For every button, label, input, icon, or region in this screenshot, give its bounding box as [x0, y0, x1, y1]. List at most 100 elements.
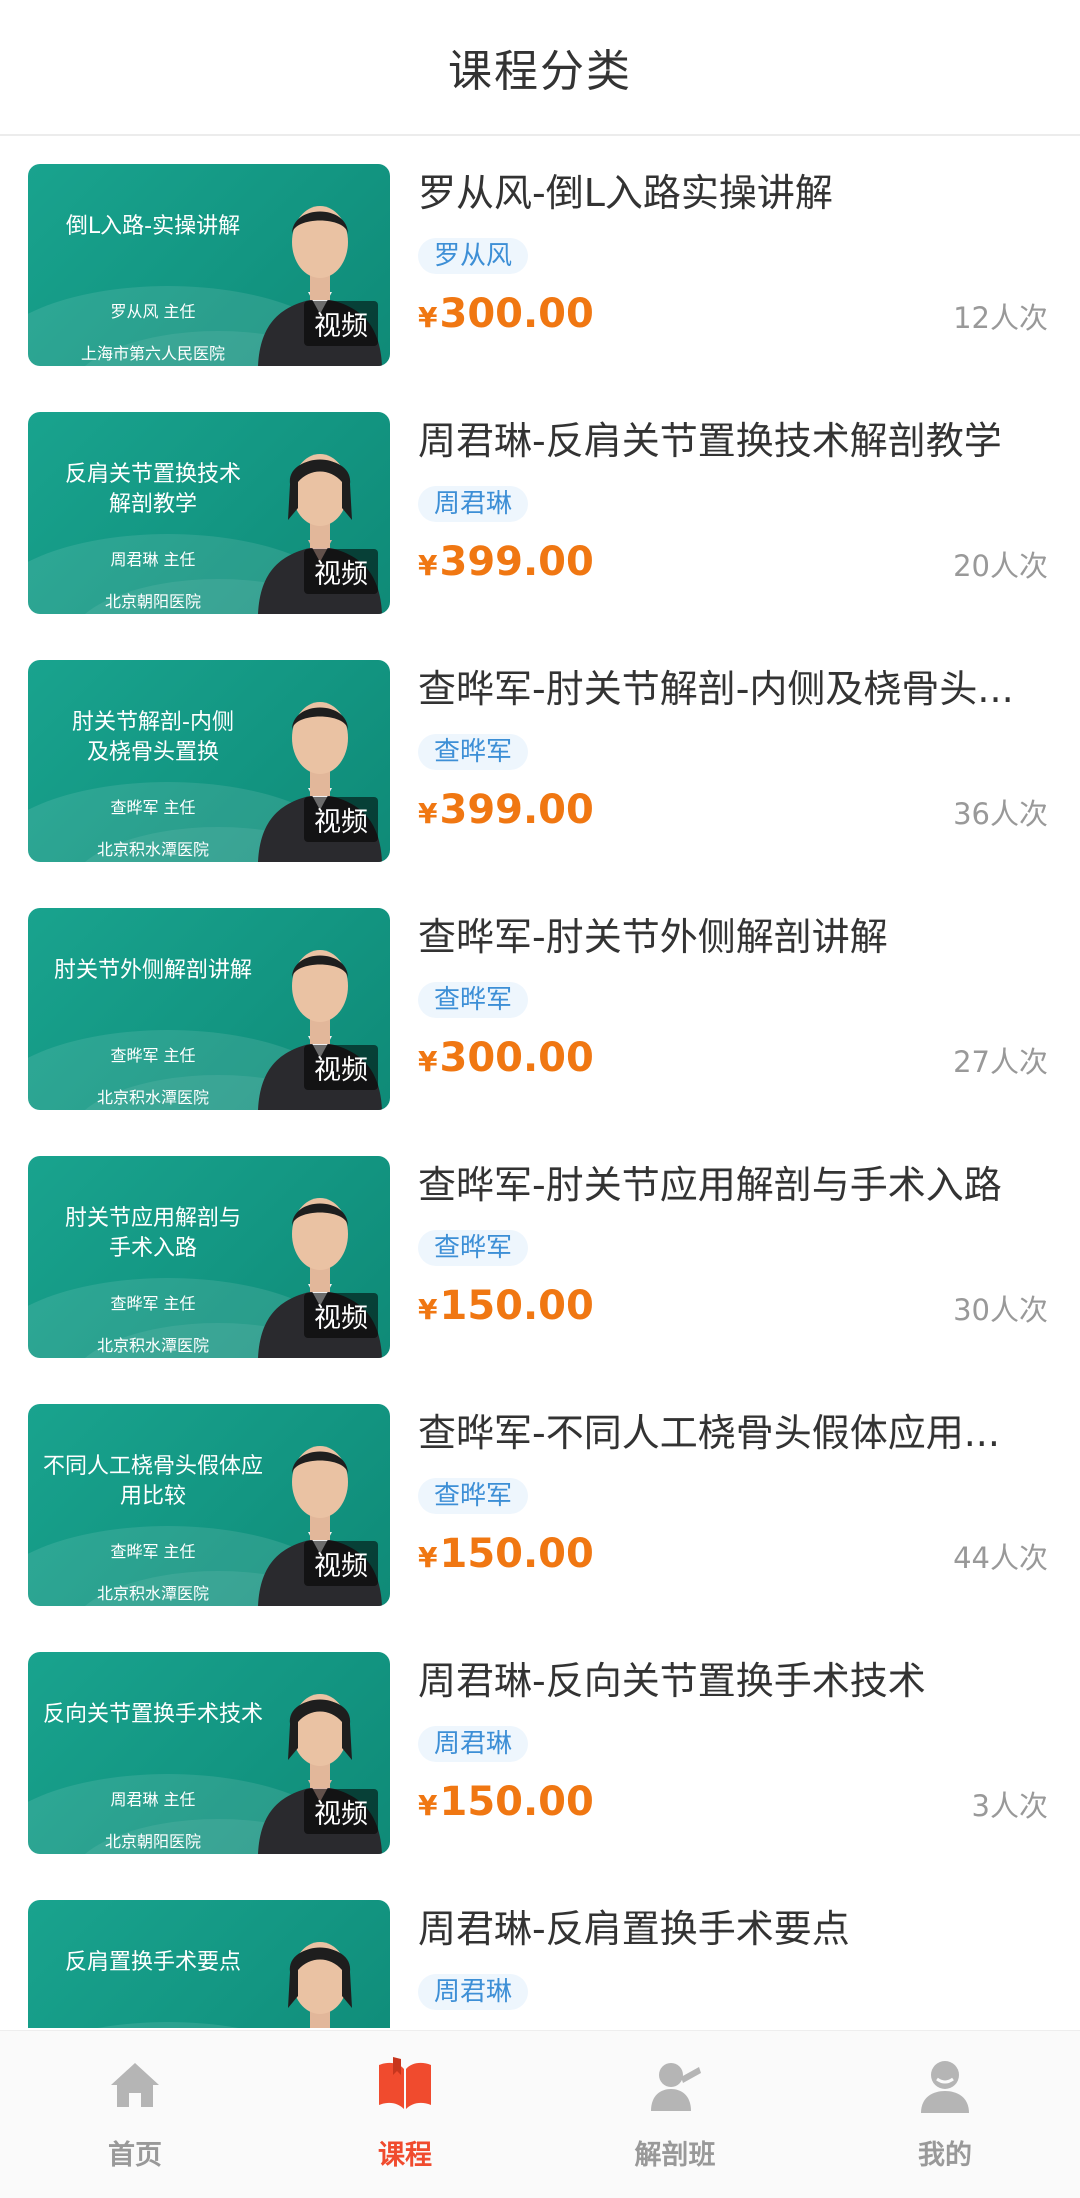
lecturer-tag[interactable]: 查晔军 [418, 982, 529, 1018]
tab-user[interactable]: 我的 [810, 2031, 1080, 2198]
course-title[interactable]: 查晔军-肘关节解剖-内侧及桡骨头... [418, 664, 1038, 714]
course-item[interactable]: 倒L入路-实操讲解 罗从风 主任 上海市第六人民医院 视频 罗从风-倒L入路实操… [0, 138, 1080, 386]
header-bar: 课程分类 [0, 0, 1080, 136]
thumbnail-doctor: 查晔军 主任 北京积水潭医院 [38, 1520, 268, 1606]
price-value: 399.00 [439, 539, 594, 585]
video-badge: 视频 [304, 1789, 378, 1834]
lecturer-tag[interactable]: 查晔军 [418, 734, 529, 770]
tab-label: 课程 [378, 2140, 432, 2171]
user-icon [913, 2053, 977, 2121]
video-badge: 视频 [304, 301, 378, 346]
currency-symbol: ¥ [418, 1293, 438, 1326]
tab-home[interactable]: 首页 [0, 2031, 270, 2198]
price-value: 300.00 [439, 1035, 594, 1081]
lecturer-tag[interactable]: 周君琳 [418, 1726, 529, 1762]
lecturer-tag[interactable]: 周君琳 [418, 486, 529, 522]
course-price: ¥399.00 [418, 534, 594, 594]
course-item[interactable]: 肘关节解剖-内侧 及桡骨头置换 查晔军 主任 北京积水潭医院 视频 查晔军-肘关… [0, 634, 1080, 882]
currency-symbol: ¥ [418, 797, 438, 830]
book-icon [373, 2053, 437, 2121]
lecturer-tag[interactable]: 查晔军 [418, 1478, 529, 1514]
price-value: 150.00 [439, 1779, 594, 1825]
course-item[interactable]: 反肩关节置换技术 解剖教学 周君琳 主任 北京朝阳医院 视频 周君琳-反肩关节置… [0, 386, 1080, 634]
currency-symbol: ¥ [418, 1045, 438, 1078]
thumbnail-title: 不同人工桡骨头假体应 用比较 [42, 1454, 263, 1509]
course-title[interactable]: 周君琳-反肩关节置换技术解剖教学 [418, 416, 1038, 466]
thumbnail-title: 肘关节应用解剖与 手术入路 [64, 1206, 241, 1261]
thumbnail-doctor: 查晔军 主任 北京积水潭医院 [38, 1272, 268, 1358]
bottom-tab-bar: 首页 课程 解剖班 我的 [0, 2030, 1080, 2198]
course-item[interactable]: 肘关节应用解剖与 手术入路 查晔军 主任 北京积水潭医院 视频 查晔军-肘关节应… [0, 1130, 1080, 1378]
course-thumbnail[interactable]: 反肩关节置换技术 解剖教学 周君琳 主任 北京朝阳医院 视频 [28, 412, 390, 614]
price-value: 399.00 [439, 787, 594, 833]
price-value: 150.00 [439, 1283, 594, 1329]
view-count: 12人次 [953, 301, 1048, 335]
course-thumbnail[interactable]: 肘关节外侧解剖讲解 查晔军 主任 北京积水潭医院 视频 [28, 908, 390, 1110]
thumbnail-title: 反肩关节置换技术 解剖教学 [64, 462, 241, 517]
course-title[interactable]: 周君琳-反向关节置换手术技术 [418, 1656, 1038, 1706]
thumbnail-title: 肘关节解剖-内侧 及桡骨头置换 [72, 710, 234, 765]
course-thumbnail[interactable]: 反向关节置换手术技术 周君琳 主任 北京朝阳医院 视频 [28, 1652, 390, 1854]
thumbnail-doctor-name: 周君琳 主任 [110, 550, 196, 569]
thumbnail-doctor: 周君琳 主任 北京朝阳医院 [38, 1768, 268, 1854]
course-item[interactable]: 不同人工桡骨头假体应 用比较 查晔军 主任 北京积水潭医院 视频 查晔军-不同人… [0, 1378, 1080, 1626]
course-thumbnail[interactable]: 不同人工桡骨头假体应 用比较 查晔军 主任 北京积水潭医院 视频 [28, 1404, 390, 1606]
course-title[interactable]: 查晔军-肘关节应用解剖与手术入路 [418, 1160, 1038, 1210]
video-badge: 视频 [304, 1541, 378, 1586]
course-item[interactable]: 反向关节置换手术技术 周君琳 主任 北京朝阳医院 视频 周君琳-反向关节置换手术… [0, 1626, 1080, 1874]
thumbnail-doctor-name: 查晔军 主任 [110, 798, 196, 817]
thumbnail-doctor-hospital: 北京积水潭医院 [96, 1584, 209, 1603]
course-price: ¥150.00 [418, 1278, 594, 1338]
video-badge: 视频 [304, 1293, 378, 1338]
course-title[interactable]: 查晔军-肘关节外侧解剖讲解 [418, 912, 1038, 962]
view-count: 20人次 [953, 549, 1048, 583]
course-thumbnail[interactable]: 肘关节应用解剖与 手术入路 查晔军 主任 北京积水潭医院 视频 [28, 1156, 390, 1358]
currency-symbol: ¥ [418, 1541, 438, 1574]
anatomy-class-icon [643, 2053, 707, 2121]
thumbnail-doctor-hospital: 北京积水潭医院 [96, 1336, 209, 1355]
lecturer-tag[interactable]: 罗从风 [418, 238, 529, 274]
thumbnail-doctor-name: 查晔军 主任 [110, 1046, 196, 1065]
video-badge: 视频 [304, 549, 378, 594]
app-root: 课程分类 倒L入路-实操讲解 罗从风 主任 上海市第六人民医院 视频 罗从风-倒… [0, 0, 1080, 2198]
thumbnail-doctor: 查晔军 主任 北京积水潭医院 [38, 776, 268, 862]
course-thumbnail[interactable]: 反肩置换手术要点 周君琳 主任 [28, 1900, 390, 2028]
course-title[interactable]: 罗从风-倒L入路实操讲解 [418, 168, 1038, 218]
course-price: ¥399.00 [418, 782, 594, 842]
course-price: ¥150.00 [418, 1774, 594, 1834]
course-list[interactable]: 倒L入路-实操讲解 罗从风 主任 上海市第六人民医院 视频 罗从风-倒L入路实操… [0, 138, 1080, 2028]
lecturer-photo [288, 1942, 352, 2028]
thumbnail-doctor: 罗从风 主任 上海市第六人民医院 [38, 280, 268, 366]
tab-label: 我的 [918, 2140, 972, 2171]
course-title[interactable]: 查晔军-不同人工桡骨头假体应用... [418, 1408, 1038, 1458]
thumbnail-doctor-hospital: 北京朝阳医院 [104, 1832, 201, 1851]
thumbnail-title: 肘关节外侧解剖讲解 [53, 958, 252, 983]
currency-symbol: ¥ [418, 1789, 438, 1822]
video-badge: 视频 [304, 1045, 378, 1090]
page-title: 课程分类 [448, 46, 632, 97]
thumbnail-title: 倒L入路-实操讲解 [65, 214, 241, 239]
course-title[interactable]: 周君琳-反肩置换手术要点 [418, 1904, 1038, 1954]
thumbnail-doctor-name: 查晔军 主任 [110, 1542, 196, 1561]
course-item[interactable]: 反肩置换手术要点 周君琳 主任 周君琳-反肩置换手术要点 周君琳 [0, 1874, 1080, 2028]
tab-anatomy-class[interactable]: 解剖班 [540, 2031, 810, 2198]
thumbnail-doctor-name: 罗从风 主任 [110, 302, 196, 321]
thumbnail-doctor-hospital: 北京朝阳医院 [104, 592, 201, 611]
lecturer-tag[interactable]: 周君琳 [418, 1974, 529, 2010]
course-thumbnail[interactable]: 肘关节解剖-内侧 及桡骨头置换 查晔军 主任 北京积水潭医院 视频 [28, 660, 390, 862]
price-value: 300.00 [439, 291, 594, 337]
price-value: 150.00 [439, 1531, 594, 1577]
thumbnail-doctor-hospital: 上海市第六人民医院 [80, 344, 225, 363]
tab-label: 首页 [108, 2140, 162, 2171]
view-count: 27人次 [953, 1045, 1048, 1079]
thumbnail-title: 反向关节置换手术技术 [42, 1702, 263, 1727]
tab-book[interactable]: 课程 [270, 2031, 540, 2198]
lecturer-tag[interactable]: 查晔军 [418, 1230, 529, 1266]
tab-label: 解剖班 [634, 2140, 716, 2171]
thumbnail-doctor-name: 周君琳 主任 [110, 1790, 196, 1809]
course-item[interactable]: 肘关节外侧解剖讲解 查晔军 主任 北京积水潭医院 视频 查晔军-肘关节外侧解剖讲… [0, 882, 1080, 1130]
course-price: ¥150.00 [418, 1526, 594, 1586]
thumbnail-doctor: 查晔军 主任 北京积水潭医院 [38, 1024, 268, 1110]
thumbnail-doctor: 周君琳 主任 [38, 2016, 268, 2028]
course-thumbnail[interactable]: 倒L入路-实操讲解 罗从风 主任 上海市第六人民医院 视频 [28, 164, 390, 366]
